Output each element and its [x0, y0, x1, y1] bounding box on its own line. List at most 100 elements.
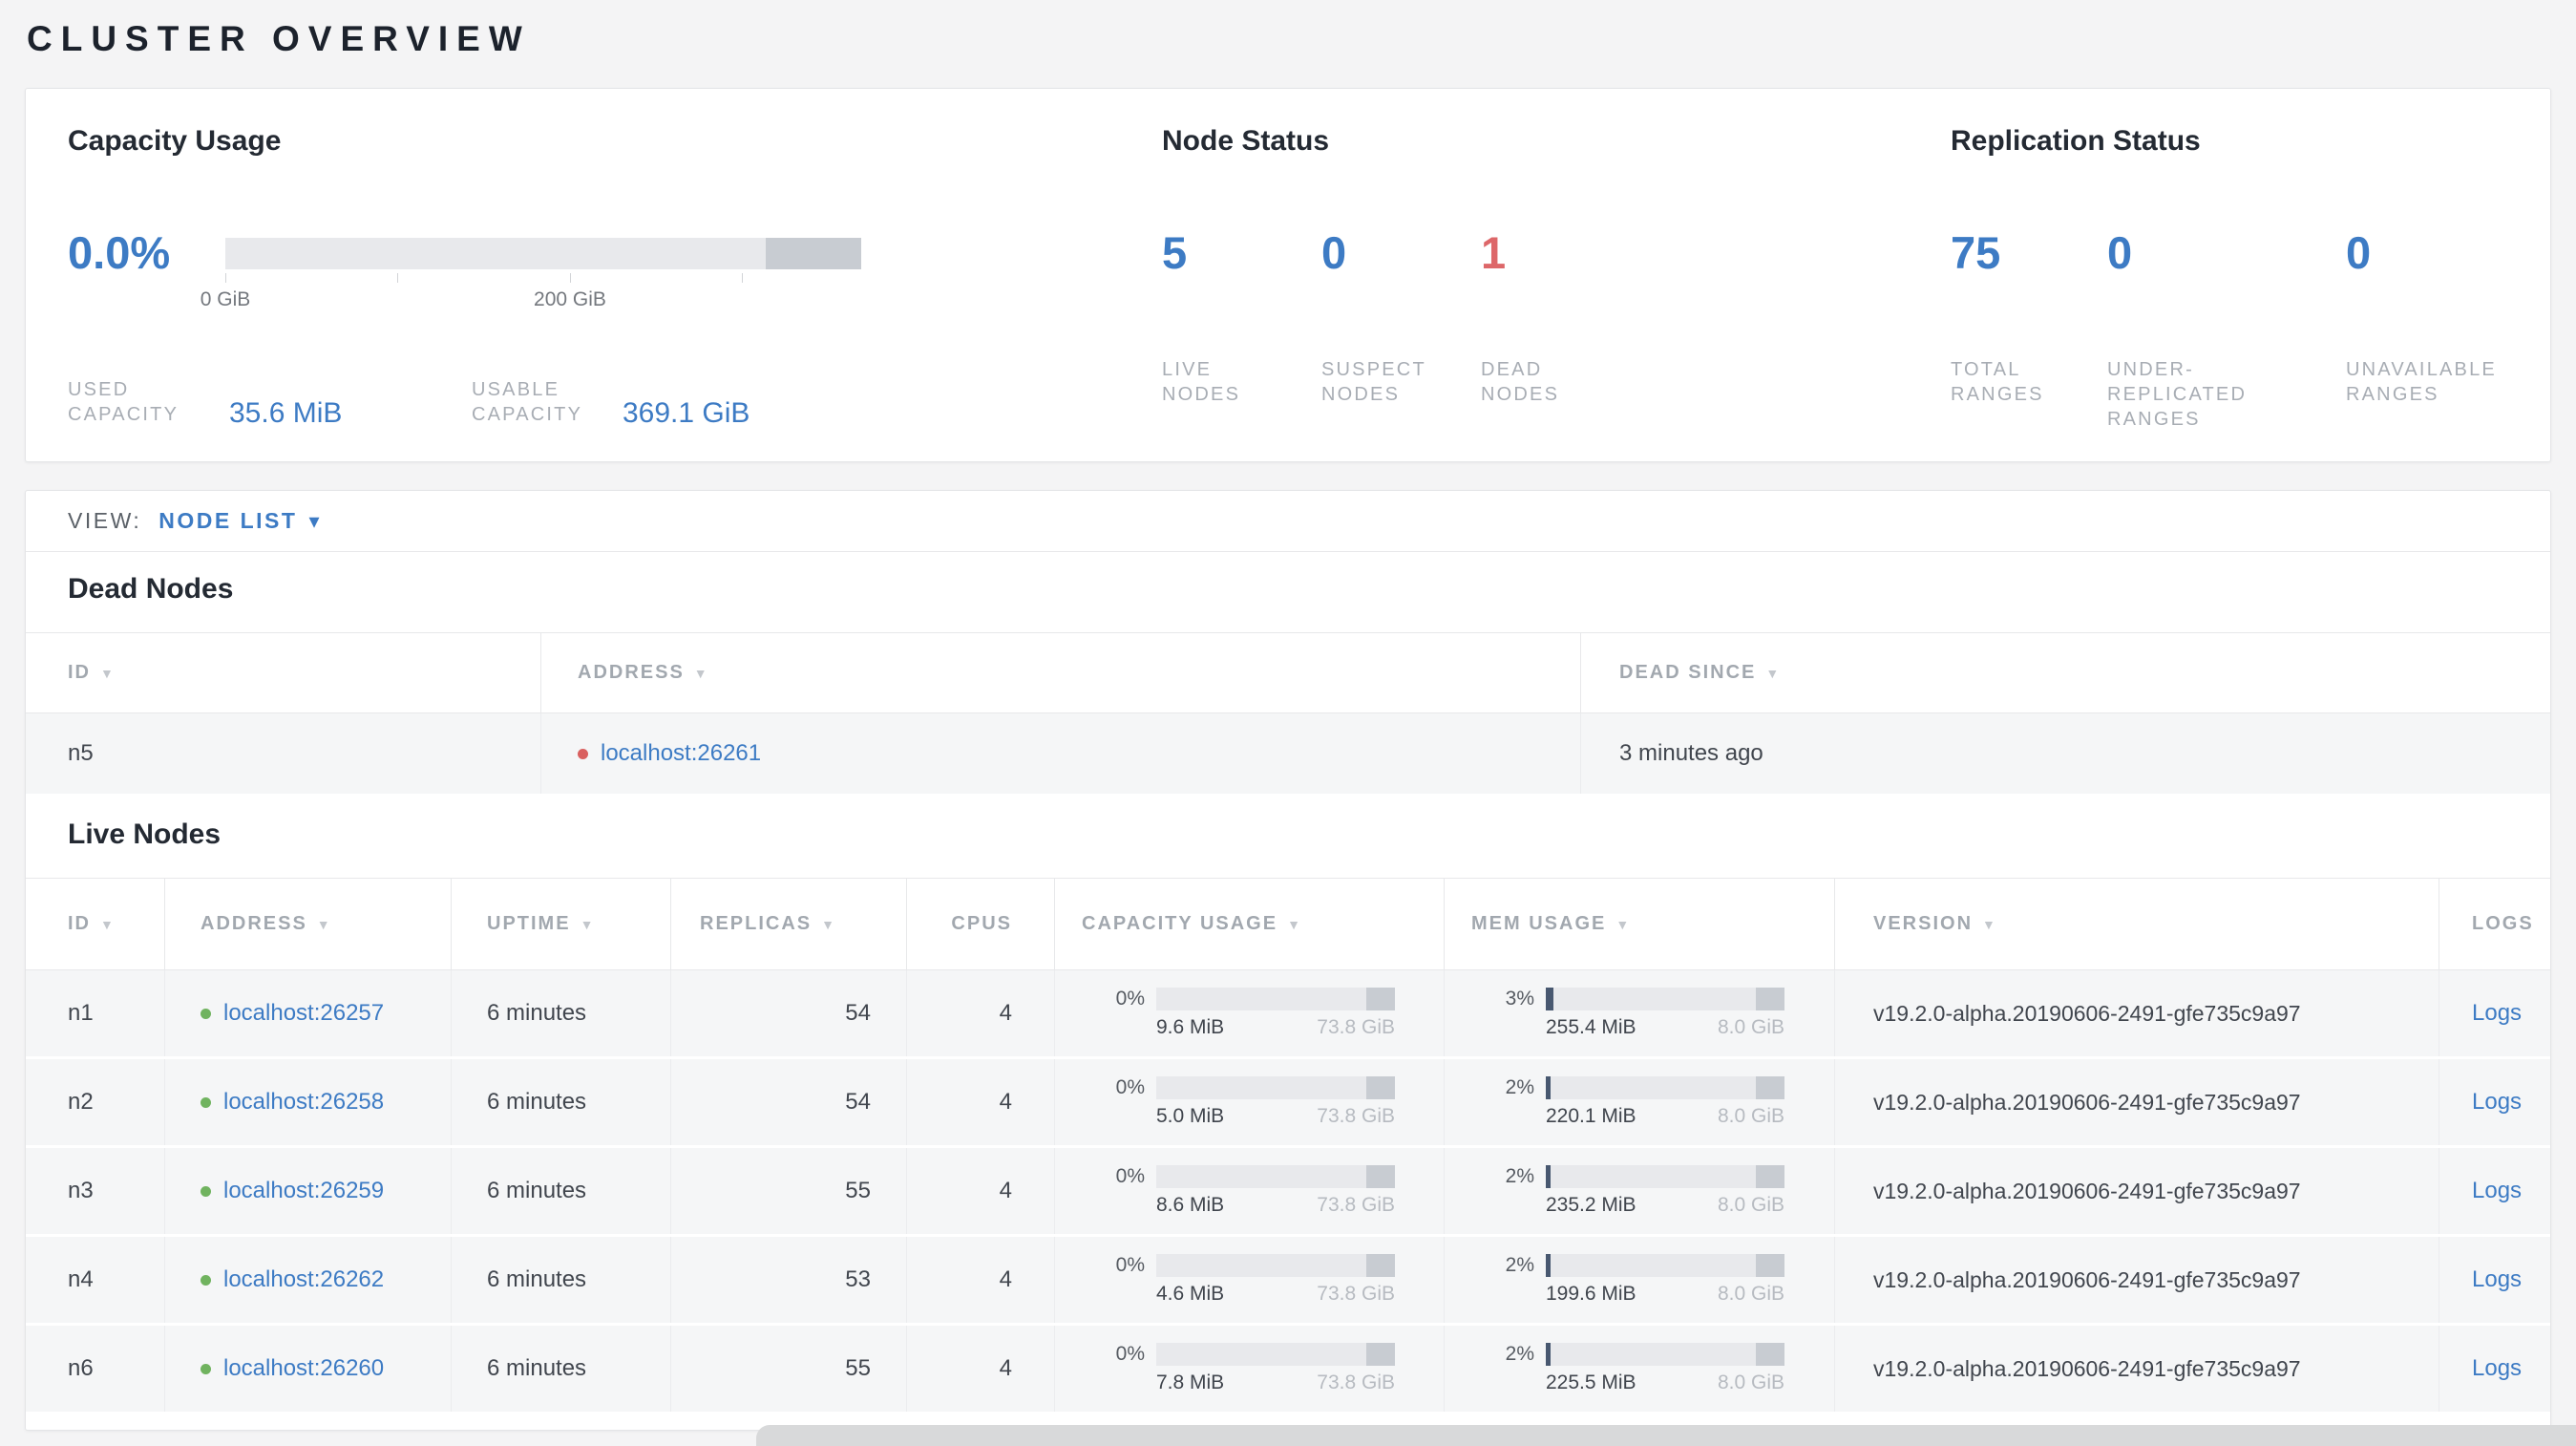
- mem-mini-bar: [1546, 1165, 1784, 1188]
- dead-nodes-label: DEAD NODES: [1481, 359, 1560, 405]
- mini-bar-reserved: [1366, 1254, 1395, 1277]
- col-header-uptime[interactable]: UPTIME ▼: [452, 879, 671, 969]
- mini-bar-fill: [1546, 1165, 1551, 1188]
- node-id-cell: n3: [26, 1148, 165, 1234]
- col-header-label: CPUS: [951, 913, 1012, 934]
- capacity-used-text: 5.0 MiB: [1156, 1105, 1225, 1127]
- col-header-address[interactable]: ADDRESS ▼: [165, 879, 452, 969]
- mem-used-text: 235.2 MiB: [1546, 1194, 1636, 1216]
- node-version-cell: v19.2.0-alpha.20190606-2491-gfe735c9a97: [1835, 1326, 2439, 1412]
- sort-desc-icon: ▼: [100, 916, 116, 932]
- col-header-logs: LOGS: [2439, 879, 2564, 969]
- capacity-bar-reserved-segment: [766, 238, 861, 269]
- node-cpus-cell: 4: [907, 970, 1055, 1056]
- capacity-percent-text: 0%: [1115, 1165, 1145, 1187]
- dead-node-since-cell: 3 minutes ago: [1619, 740, 1763, 766]
- node-address-link[interactable]: localhost:26258: [223, 1089, 384, 1116]
- axis-tick: [397, 273, 399, 283]
- live-status-dot-icon: [201, 1008, 211, 1019]
- mem-values-row: 220.1 MiB 8.0 GiB: [1546, 1105, 1784, 1128]
- logs-link[interactable]: Logs: [2472, 1266, 2522, 1293]
- mem-total-text: 8.0 GiB: [1717, 1372, 1784, 1393]
- logs-link[interactable]: Logs: [2472, 1355, 2522, 1382]
- capacity-used-text: 7.8 MiB: [1156, 1372, 1225, 1393]
- total-ranges-label: TOTAL RANGES: [1951, 359, 2044, 405]
- node-address-link[interactable]: localhost:26259: [223, 1178, 384, 1204]
- col-header-dead-id[interactable]: ID ▼: [26, 633, 541, 712]
- live-nodes-label: LIVE NODES: [1162, 359, 1241, 405]
- mem-used-text: 225.5 MiB: [1546, 1372, 1636, 1393]
- capacity-bar-wrap: 0 GiB 200 GiB: [201, 238, 861, 325]
- capacity-total-text: 73.8 GiB: [1317, 1372, 1395, 1393]
- mem-usage-row: 2%: [1471, 1254, 1784, 1277]
- live-nodes-stat: 5 LIVE NODES: [1162, 226, 1321, 407]
- suspect-nodes-label: SUSPECT NODES: [1321, 359, 1426, 405]
- capacity-mini-bar: [1156, 1165, 1395, 1188]
- mem-usage-row: 3%: [1471, 988, 1784, 1010]
- col-header-label: VERSION: [1873, 913, 1974, 934]
- col-header-dead-address[interactable]: ADDRESS ▼: [541, 633, 1581, 712]
- live-node-row-n4: n4 localhost:26262 6 minutes 53 4 0% 4.6…: [26, 1237, 2550, 1326]
- node-logs-cell: Logs: [2439, 1237, 2564, 1323]
- used-capacity-label: USED CAPACITY: [68, 379, 179, 425]
- axis-label-zero: 0 GiB: [200, 288, 251, 310]
- col-header-id[interactable]: ID ▼: [26, 879, 165, 969]
- col-header-capacity-usage[interactable]: CAPACITY USAGE ▼: [1055, 879, 1445, 969]
- capacity-mini-bar: [1156, 988, 1395, 1010]
- col-header-cpus[interactable]: CPUS: [907, 879, 1055, 969]
- node-status-title: Node Status: [1162, 125, 1330, 157]
- col-header-label: ID: [68, 913, 91, 934]
- node-address-cell: localhost:26260: [165, 1326, 452, 1412]
- capacity-percent-text: 0%: [1115, 1076, 1145, 1098]
- node-logs-cell: Logs: [2439, 970, 2564, 1056]
- node-version-cell: v19.2.0-alpha.20190606-2491-gfe735c9a97: [1835, 1237, 2439, 1323]
- sort-desc-icon: ▼: [1982, 916, 1997, 932]
- node-capacity-cell: 0% 9.6 MiB 73.8 GiB: [1055, 970, 1445, 1056]
- col-header-dead-since[interactable]: DEAD SINCE ▼: [1581, 633, 2564, 712]
- mini-bar-reserved: [1366, 988, 1395, 1010]
- capacity-percent-text: 0%: [1115, 988, 1145, 1010]
- view-selector-dropdown[interactable]: NODE LIST ▾: [158, 508, 319, 534]
- under-replicated-ranges-stat: 0 UNDER- REPLICATED RANGES: [2107, 226, 2346, 432]
- suspect-nodes-count: 0: [1321, 227, 1347, 278]
- mem-mini-bar: [1546, 988, 1784, 1010]
- mem-percent-text: 2%: [1505, 1076, 1534, 1098]
- under-replicated-count: 0: [2107, 227, 2133, 278]
- col-header-version[interactable]: VERSION ▼: [1835, 879, 2439, 969]
- live-status-dot-icon: [201, 1363, 211, 1374]
- capacity-usage-bar: [225, 238, 861, 269]
- mem-used-text: 220.1 MiB: [1546, 1105, 1636, 1127]
- col-header-mem-usage[interactable]: MEM USAGE ▼: [1445, 879, 1835, 969]
- col-header-replicas[interactable]: REPLICAS ▼: [671, 879, 907, 969]
- node-address-link[interactable]: localhost:26260: [223, 1355, 384, 1382]
- live-status-dot-icon: [201, 1096, 211, 1108]
- capacity-usage-row: 0%: [1082, 988, 1395, 1010]
- node-uptime-cell: 6 minutes: [452, 1059, 671, 1145]
- col-header-label: DEAD SINCE: [1619, 662, 1757, 683]
- mini-bar-reserved: [1366, 1165, 1395, 1188]
- dead-node-address-link[interactable]: localhost:26261: [601, 740, 761, 767]
- sort-desc-icon: ▼: [821, 916, 836, 932]
- node-capacity-cell: 0% 8.6 MiB 73.8 GiB: [1055, 1148, 1445, 1234]
- dead-nodes-count: 1: [1481, 227, 1507, 278]
- logs-link[interactable]: Logs: [2472, 1089, 2522, 1116]
- capacity-values-row: 7.8 MiB 73.8 GiB: [1156, 1372, 1395, 1394]
- live-node-row-n2: n2 localhost:26258 6 minutes 54 4 0% 5.0…: [26, 1059, 2550, 1148]
- node-address-link[interactable]: localhost:26257: [223, 1000, 384, 1027]
- logs-link[interactable]: Logs: [2472, 1000, 2522, 1027]
- node-id-cell: n4: [26, 1237, 165, 1323]
- col-header-label: MEM USAGE: [1471, 913, 1607, 934]
- node-status-panel: Node Status 5 LIVE NODES 0 SUSPECT NODES…: [1133, 89, 1926, 461]
- dead-nodes-heading: Dead Nodes: [68, 573, 234, 605]
- dead-nodes-stat: 1 DEAD NODES: [1481, 226, 1640, 407]
- used-capacity-stat: USED CAPACITY 35.6 MiB: [68, 377, 472, 429]
- mem-percent-text: 2%: [1505, 1254, 1534, 1276]
- node-replicas-cell: 53: [671, 1237, 907, 1323]
- capacity-stats: USED CAPACITY 35.6 MiB USABLE CAPACITY 3…: [68, 377, 1133, 429]
- capacity-percent-text: 0%: [1115, 1254, 1145, 1276]
- node-address-link[interactable]: localhost:26262: [223, 1266, 384, 1293]
- under-replicated-label: UNDER- REPLICATED RANGES: [2107, 359, 2248, 430]
- live-nodes-heading: Live Nodes: [68, 819, 222, 850]
- node-id-cell: n1: [26, 970, 165, 1056]
- logs-link[interactable]: Logs: [2472, 1178, 2522, 1204]
